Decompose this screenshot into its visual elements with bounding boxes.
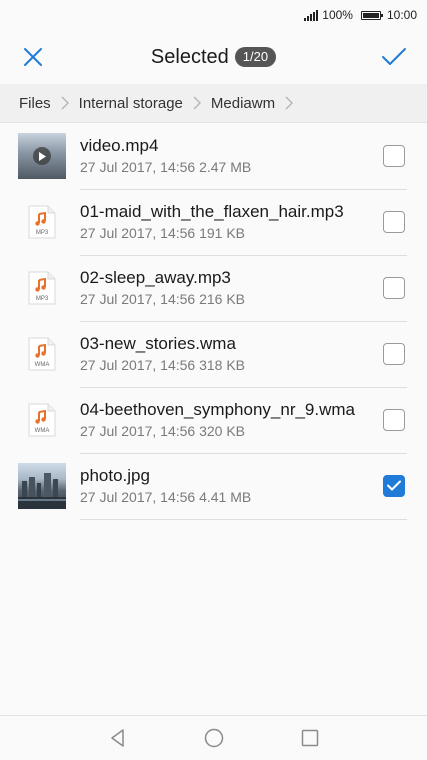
select-checkbox[interactable] bbox=[383, 474, 405, 497]
file-row-audio[interactable]: MP3 01-maid_with_the_flaxen_hair.mp3 27 … bbox=[0, 189, 427, 256]
file-row-photo[interactable]: photo.jpg 27 Jul 2017, 14:56 4.41 MB bbox=[0, 453, 427, 520]
svg-text:MP3: MP3 bbox=[36, 296, 49, 302]
chevron-right-icon bbox=[285, 96, 294, 110]
file-row-audio[interactable]: WMA 03-new_stories.wma 27 Jul 2017, 14:5… bbox=[0, 321, 427, 388]
breadcrumb-mediawm[interactable]: Mediawm bbox=[211, 95, 275, 112]
select-checkbox[interactable] bbox=[383, 210, 405, 233]
file-meta: 27 Jul 2017, 14:56 216 KB bbox=[80, 290, 246, 307]
file-name: 03-new_stories.wma bbox=[80, 333, 236, 353]
status-bar: 100% 10:00 bbox=[0, 0, 427, 30]
file-name: 01-maid_with_the_flaxen_hair.mp3 bbox=[80, 201, 344, 221]
checkmark-icon bbox=[387, 480, 401, 491]
file-meta: 27 Jul 2017, 14:56 318 KB bbox=[80, 356, 246, 373]
file-name: 02-sleep_away.mp3 bbox=[80, 267, 231, 287]
breadcrumb-internal-storage[interactable]: Internal storage bbox=[79, 95, 183, 112]
title-group: Selected 1/20 bbox=[150, 45, 277, 69]
file-row-audio[interactable]: MP3 02-sleep_away.mp3 27 Jul 2017, 14:56… bbox=[0, 255, 427, 322]
file-row-audio[interactable]: WMA 04-beethoven_symphony_nr_9.wma 27 Ju… bbox=[0, 387, 427, 454]
select-checkbox[interactable] bbox=[383, 276, 405, 299]
nav-recent-button[interactable] bbox=[298, 726, 322, 750]
music-file-icon: MP3 bbox=[28, 271, 56, 305]
photo-thumbnail bbox=[18, 463, 66, 509]
file-name: video.mp4 bbox=[80, 135, 159, 155]
navigation-bar bbox=[0, 715, 427, 760]
close-button[interactable] bbox=[6, 30, 60, 84]
svg-text:WMA: WMA bbox=[35, 428, 50, 434]
back-triangle-icon bbox=[110, 729, 124, 747]
clock: 10:00 bbox=[386, 8, 417, 22]
title-bar: Selected 1/20 bbox=[0, 30, 427, 84]
battery-icon bbox=[360, 10, 383, 20]
file-row-video[interactable]: video.mp4 27 Jul 2017, 14:56 2.47 MB bbox=[0, 123, 427, 190]
breadcrumb-files[interactable]: Files bbox=[19, 95, 51, 112]
confirm-button[interactable] bbox=[367, 30, 421, 84]
close-icon bbox=[24, 48, 42, 66]
svg-text:WMA: WMA bbox=[35, 362, 50, 368]
music-file-icon: WMA bbox=[28, 403, 56, 437]
select-checkbox[interactable] bbox=[383, 144, 405, 167]
file-meta: 27 Jul 2017, 14:56 320 KB bbox=[80, 422, 246, 439]
nav-back-button[interactable] bbox=[106, 726, 130, 750]
music-file-icon: WMA bbox=[28, 337, 56, 371]
play-icon bbox=[33, 147, 51, 165]
file-list: video.mp4 27 Jul 2017, 14:56 2.47 MB MP3… bbox=[0, 123, 427, 520]
page-title: Selected bbox=[150, 45, 229, 68]
breadcrumb: Files Internal storage Mediawm bbox=[0, 84, 427, 123]
video-thumbnail bbox=[18, 133, 66, 179]
select-checkbox[interactable] bbox=[383, 342, 405, 365]
file-meta: 27 Jul 2017, 14:56 2.47 MB bbox=[80, 158, 252, 175]
svg-text:MP3: MP3 bbox=[36, 230, 49, 236]
file-meta: 27 Jul 2017, 14:56 4.41 MB bbox=[80, 488, 252, 505]
select-checkbox[interactable] bbox=[383, 408, 405, 431]
chevron-right-icon bbox=[193, 96, 201, 110]
nav-home-button[interactable] bbox=[202, 726, 226, 750]
recent-square-icon bbox=[301, 729, 318, 747]
music-file-icon: MP3 bbox=[28, 205, 56, 239]
battery-percentage: 100% bbox=[322, 8, 353, 22]
checkmark-icon bbox=[382, 48, 406, 65]
selection-count-badge: 1/20 bbox=[234, 47, 277, 67]
signal-icon bbox=[304, 9, 319, 21]
home-circle-icon bbox=[204, 728, 223, 748]
file-meta: 27 Jul 2017, 14:56 191 KB bbox=[80, 224, 246, 241]
file-name: photo.jpg bbox=[80, 465, 150, 485]
file-name: 04-beethoven_symphony_nr_9.wma bbox=[80, 399, 356, 419]
chevron-right-icon bbox=[61, 96, 69, 110]
